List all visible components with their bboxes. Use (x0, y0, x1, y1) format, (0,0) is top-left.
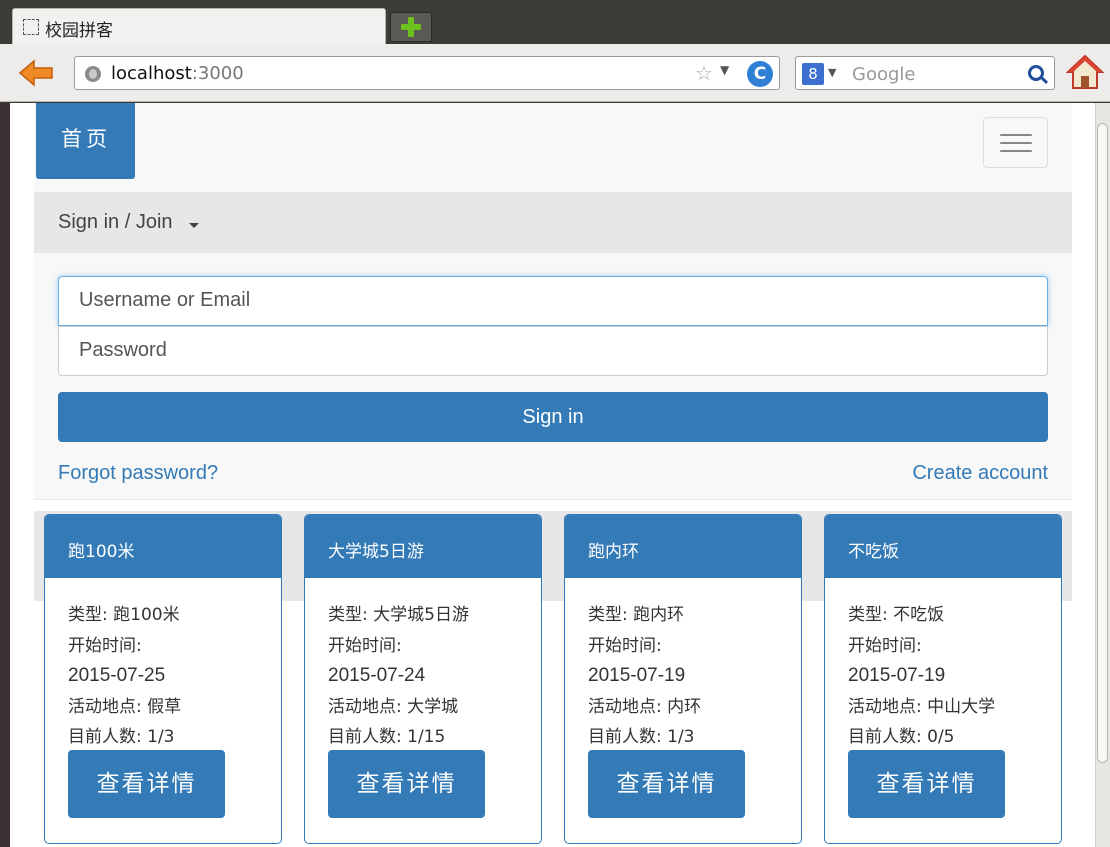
card-title: 跑内环 (565, 515, 801, 578)
url-text: localhost:3000 (111, 63, 244, 84)
vertical-scrollbar[interactable] (1095, 103, 1110, 847)
page-viewport: 首页 Sign in / Join Username or Email Pass… (10, 103, 1095, 847)
card-start-date: 2015-07-25 (68, 665, 166, 686)
view-details-button[interactable]: 查看详情 (848, 750, 1005, 818)
activity-card: 不吃饭 类型: 不吃饭 开始时间: 2015-07-19 活动地点: 中山大学 … (824, 514, 1062, 844)
card-count: 目前人数: 1/3 (68, 727, 175, 747)
card-title: 大学城5日游 (305, 515, 541, 578)
card-start-date: 2015-07-19 (588, 665, 686, 686)
scrollbar-thumb[interactable] (1097, 123, 1108, 763)
card-title: 不吃饭 (825, 515, 1061, 578)
page-favicon-icon (23, 19, 39, 35)
card-location: 活动地点: 中山大学 (848, 696, 996, 717)
menu-toggle-button[interactable] (983, 117, 1048, 168)
back-arrow-icon[interactable] (18, 58, 54, 88)
activity-card: 跑100米 类型: 跑100米 开始时间: 2015-07-25 活动地点: 假… (44, 514, 282, 844)
hamburger-line-icon (1000, 150, 1032, 152)
card-location: 活动地点: 内环 (588, 696, 702, 717)
card-count: 目前人数: 0/5 (848, 727, 955, 747)
hamburger-line-icon (1000, 134, 1032, 136)
view-details-button[interactable]: 查看详情 (68, 750, 225, 818)
activity-card: 大学城5日游 类型: 大学城5日游 开始时间: 2015-07-24 活动地点:… (304, 514, 542, 844)
card-location: 活动地点: 大学城 (328, 696, 459, 717)
engine-dropdown-icon[interactable]: ▼ (828, 66, 836, 79)
login-form: Username or Email Password Sign in Forgo… (34, 253, 1072, 500)
username-input[interactable]: Username or Email (58, 276, 1048, 326)
search-placeholder[interactable]: Google (852, 64, 915, 85)
reload-icon[interactable]: C (747, 61, 773, 87)
card-count: 目前人数: 1/15 (328, 727, 446, 747)
activity-card: 跑内环 类型: 跑内环 开始时间: 2015-07-19 活动地点: 内环 目前… (564, 514, 802, 844)
password-input[interactable]: Password (58, 326, 1048, 376)
card-start-label: 开始时间: (68, 635, 142, 656)
card-start-date: 2015-07-24 (328, 665, 426, 686)
new-tab-button[interactable] (390, 12, 432, 42)
view-details-button[interactable]: 查看详情 (588, 750, 745, 818)
page-container: 首页 Sign in / Join Username or Email Pass… (34, 103, 1072, 847)
hamburger-line-icon (1000, 142, 1032, 144)
card-start-label: 开始时间: (588, 635, 662, 656)
plus-icon (401, 17, 421, 37)
card-type: 类型: 不吃饭 (848, 605, 945, 625)
site-navbar: 首页 (34, 103, 1072, 193)
card-start-label: 开始时间: (328, 635, 402, 656)
signin-toggle-label[interactable]: Sign in / Join (58, 211, 173, 234)
create-account-link[interactable]: Create account (912, 462, 1048, 485)
forgot-password-link[interactable]: Forgot password? (58, 462, 218, 485)
view-details-button[interactable]: 查看详情 (328, 750, 485, 818)
tab-title: 校园拼客 (45, 21, 113, 41)
home-nav-button[interactable]: 首页 (36, 103, 135, 179)
address-bar[interactable]: localhost:3000 ☆ ▼ C (74, 56, 780, 90)
card-type: 类型: 大学城5日游 (328, 605, 469, 625)
browser-toolbar: localhost:3000 ☆ ▼ C 8 ▼ Google (0, 44, 1110, 102)
card-start-date: 2015-07-19 (848, 665, 946, 686)
card-location: 活动地点: 假草 (68, 696, 182, 717)
search-engine-icon[interactable]: 8 (802, 63, 824, 85)
search-box[interactable]: 8 ▼ Google (795, 56, 1055, 90)
card-start-label: 开始时间: (848, 635, 922, 656)
history-dropdown-icon[interactable]: ▼ (720, 63, 729, 77)
bookmark-star-icon[interactable]: ☆ (695, 61, 713, 85)
browser-tab[interactable]: 校园拼客 (12, 8, 386, 44)
card-type: 类型: 跑100米 (68, 605, 180, 625)
sign-in-button[interactable]: Sign in (58, 392, 1048, 442)
globe-icon (85, 66, 101, 82)
home-icon[interactable] (1066, 54, 1104, 90)
search-icon[interactable] (1028, 65, 1044, 81)
signin-dropdown[interactable]: Sign in / Join (34, 193, 1072, 253)
browser-tab-bar: 校园拼客 (0, 0, 1110, 44)
card-title: 跑100米 (45, 515, 281, 578)
card-type: 类型: 跑内环 (588, 605, 685, 625)
card-count: 目前人数: 1/3 (588, 727, 695, 747)
window-edge (0, 103, 10, 847)
caret-down-icon (189, 223, 199, 228)
